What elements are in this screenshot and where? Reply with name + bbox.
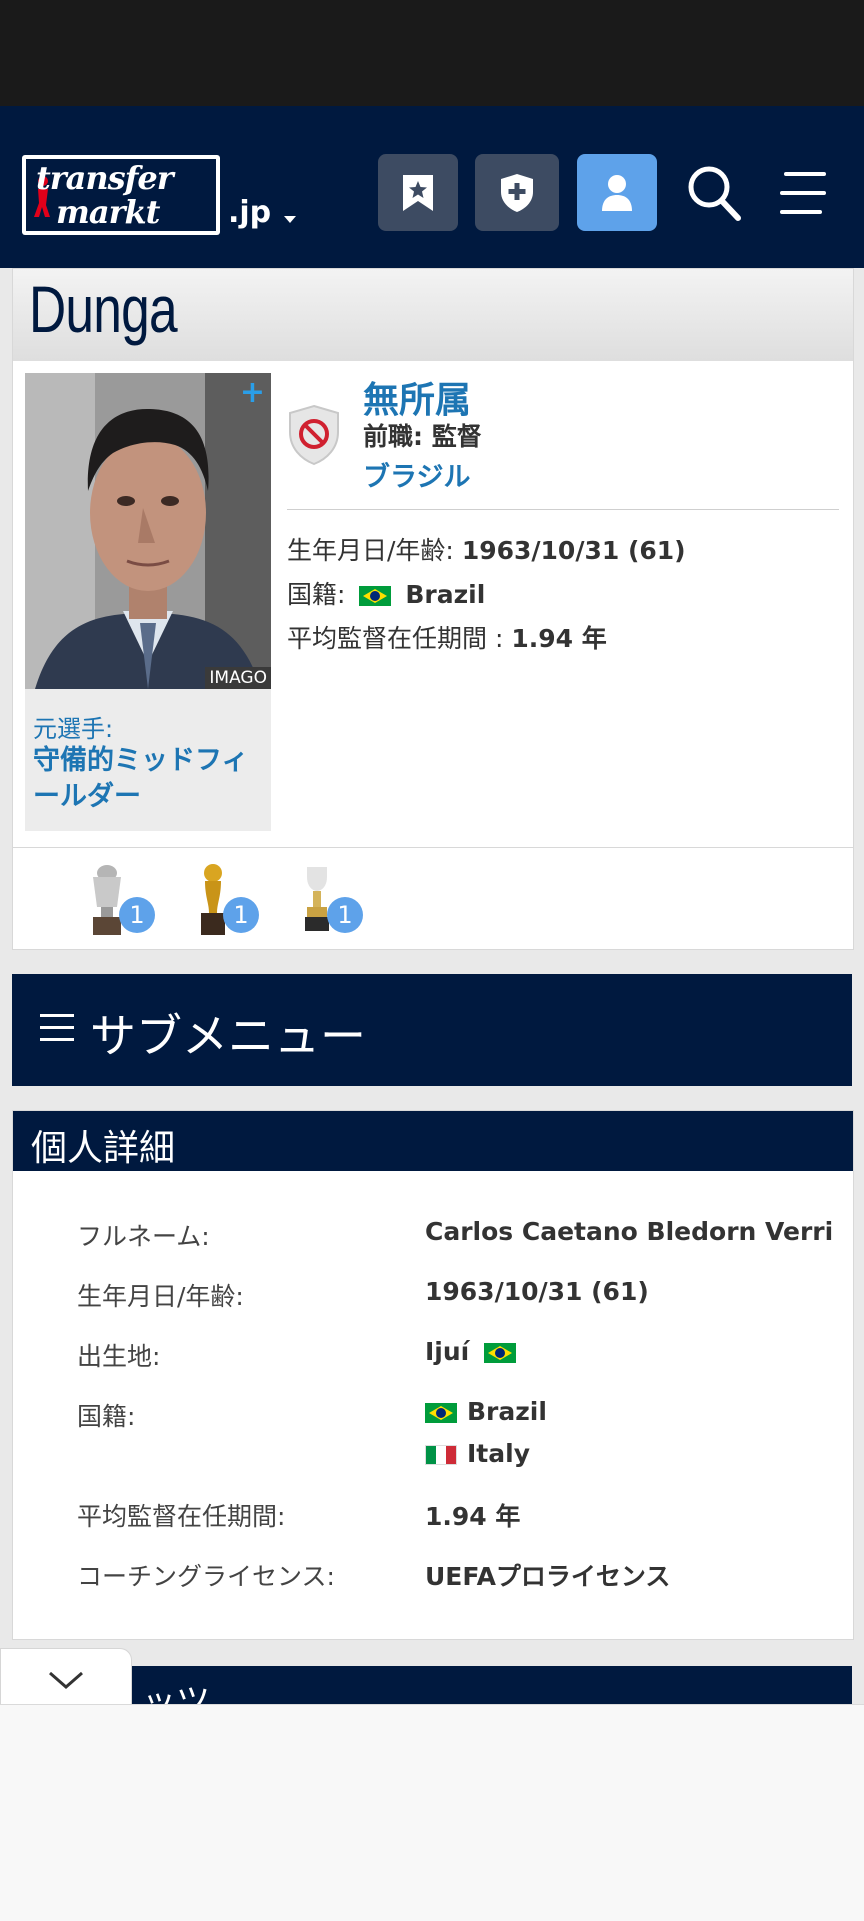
- chevron-down-icon[interactable]: [284, 216, 296, 223]
- birth-label: 生年月日/年齢:: [287, 536, 454, 565]
- former-player-label: 元選手:: [33, 715, 114, 743]
- italy-flag-icon: [425, 1445, 457, 1465]
- status-bar: [0, 0, 864, 106]
- nationality-label: 国籍:: [287, 580, 346, 609]
- hamburger-menu-icon: [40, 1014, 74, 1050]
- former-position-link[interactable]: 守備的ミッドフィールダー: [33, 743, 265, 815]
- logo-text-bottom: markt: [56, 193, 160, 231]
- tenure-label: 平均監督在任期間 :: [287, 624, 504, 653]
- hamburger-menu-icon: [780, 172, 826, 214]
- coaching-license-label: コーチングライセンス:: [77, 1562, 335, 1591]
- previous-role: 前職: 監督: [363, 422, 482, 451]
- brazil-flag-icon: [425, 1403, 457, 1423]
- nationality-value-1: Brazil: [425, 1397, 547, 1426]
- no-club-crest-icon[interactable]: [287, 404, 341, 466]
- brazil-flag-icon: [483, 1343, 516, 1363]
- logo-text-top: transfer: [36, 159, 174, 197]
- full-name-value: Carlos Caetano Bledorn Verri: [425, 1217, 834, 1246]
- tenure-value: 1.94 年: [425, 1502, 521, 1531]
- birthplace-value: Ijuí: [425, 1337, 522, 1366]
- birth-date-label: 生年月日/年齢:: [77, 1282, 244, 1311]
- search-icon: [688, 166, 741, 221]
- player-name: Dunga: [29, 272, 178, 346]
- player-photo[interactable]: + IMAGO: [25, 373, 271, 689]
- tenure-label: 平均監督在任期間:: [77, 1502, 286, 1531]
- submenu-label: サブメニュー: [90, 1009, 366, 1063]
- ad-banner-area: [0, 1704, 864, 1921]
- birth-date-value[interactable]: 1963/10/31 (61): [425, 1277, 649, 1306]
- submenu-toggle[interactable]: サブメニュー: [12, 974, 852, 1086]
- tenure-value: 1.94 年: [511, 624, 607, 653]
- nationality-brazil: Brazil: [467, 1397, 547, 1426]
- add-photo-icon[interactable]: +: [240, 375, 265, 410]
- photo-credit: IMAGO: [205, 667, 271, 689]
- trophy-count-badge: 1: [327, 897, 363, 933]
- tenure-info: 平均監督在任期間 : 1.94 年: [287, 619, 607, 655]
- profile-header-card: Dunga + IMAGO 元選手: 守備的ミッドフィールダー 無所属 前職: …: [12, 268, 854, 950]
- player-portrait-image: [25, 373, 271, 689]
- shield-plus-icon: [501, 173, 533, 212]
- trophy-divider: [13, 847, 853, 848]
- next-section-header: ッツ: [12, 1666, 852, 1704]
- club-country-link[interactable]: ブラジル: [363, 455, 470, 494]
- player-photo-box: + IMAGO 元選手: 守備的ミッドフィールダー: [25, 373, 271, 831]
- nationality-value-2: Italy: [425, 1439, 530, 1468]
- menu-button[interactable]: [772, 158, 834, 228]
- nationality-info: 国籍: Brazil: [287, 575, 485, 611]
- profile-button[interactable]: [577, 154, 657, 231]
- personal-details-header: 個人詳細: [13, 1111, 853, 1171]
- nationality-value: Brazil: [405, 580, 486, 609]
- trophy-count-badge: 1: [223, 897, 259, 933]
- divider: [287, 509, 839, 510]
- birthplace-text: Ijuí: [425, 1337, 470, 1366]
- watchlist-button[interactable]: [378, 154, 458, 231]
- birth-value: 1963/10/31 (61): [461, 536, 686, 565]
- bookmark-star-icon: [403, 174, 433, 211]
- brazil-flag-icon: [359, 586, 392, 606]
- full-name-label: フルネーム:: [77, 1222, 210, 1251]
- next-section-title: ッツ: [142, 1682, 210, 1704]
- search-button[interactable]: [683, 158, 745, 228]
- transfermarkt-logo[interactable]: transfer markt: [22, 155, 220, 235]
- domain-selector[interactable]: .jp: [228, 195, 271, 230]
- chevron-down-icon: [49, 1671, 83, 1689]
- user-icon: [602, 174, 632, 211]
- personal-details-title: 個人詳細: [31, 1128, 176, 1169]
- nationality-label: 国籍:: [77, 1402, 136, 1431]
- coaching-license-value: UEFAプロライセンス: [425, 1562, 671, 1591]
- name-bar: Dunga: [13, 269, 853, 361]
- personal-details-card: 個人詳細 フルネーム: Carlos Caetano Bledorn Verri…: [12, 1110, 854, 1640]
- trophy-count-badge: 1: [119, 897, 155, 933]
- birth-info: 生年月日/年齢: 1963/10/31 (61): [287, 531, 686, 567]
- my-club-button[interactable]: [475, 154, 559, 231]
- nationality-italy: Italy: [467, 1439, 530, 1468]
- birthplace-label: 出生地:: [77, 1342, 161, 1371]
- current-club-link[interactable]: 無所属: [363, 371, 471, 423]
